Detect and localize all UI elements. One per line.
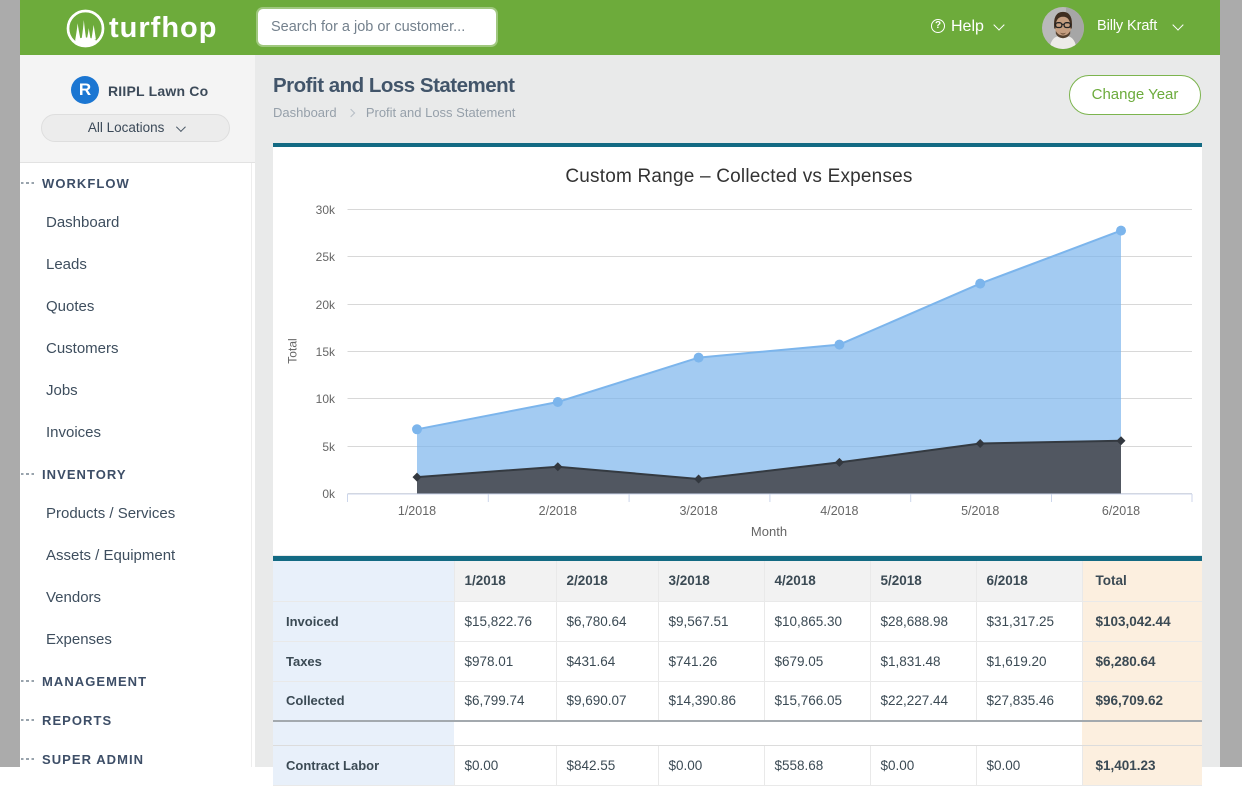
svg-text:10k: 10k [316,392,336,406]
svg-text:2/2018: 2/2018 [539,504,577,518]
svg-text:0k: 0k [322,487,336,501]
svg-text:3/2018: 3/2018 [679,504,717,518]
svg-text:6/2018: 6/2018 [1102,504,1140,518]
svg-text:4/2018: 4/2018 [820,504,858,518]
svg-text:5/2018: 5/2018 [961,504,999,518]
svg-text:Month: Month [751,524,787,539]
svg-text:30k: 30k [316,203,336,217]
svg-text:20k: 20k [316,298,336,312]
svg-text:Custom Range – Collected vs Ex: Custom Range – Collected vs Expenses [565,166,912,187]
svg-text:25k: 25k [316,250,336,264]
svg-text:5k: 5k [322,440,336,454]
svg-text:1/2018: 1/2018 [398,504,436,518]
svg-text:15k: 15k [316,345,336,359]
svg-text:Total: Total [286,338,300,363]
